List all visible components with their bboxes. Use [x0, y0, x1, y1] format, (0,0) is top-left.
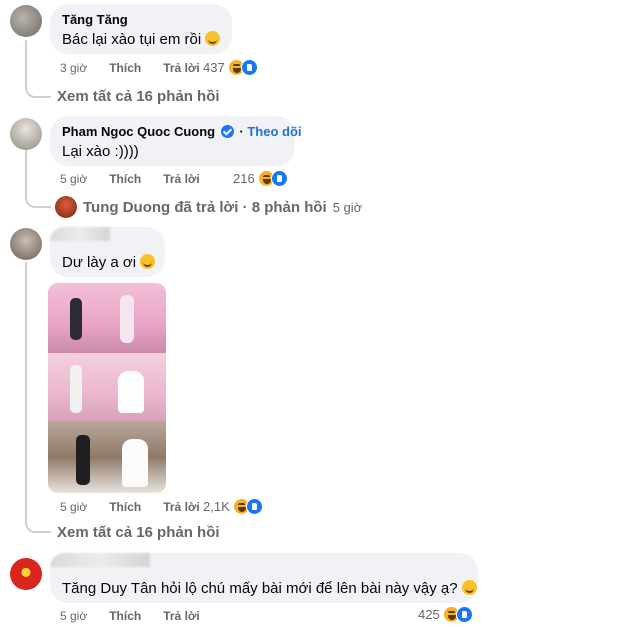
reply-button[interactable]: Trả lời [163, 500, 200, 514]
reaction-summary[interactable]: 216 [233, 170, 288, 187]
comment-bubble: Tăng Duy Tân hỏi lộ chú mấy bài mới để l… [50, 553, 478, 603]
reply-button[interactable]: Trả lời [163, 61, 200, 75]
smile-emoji-icon [205, 31, 221, 46]
photo-panel-middle [48, 353, 166, 421]
thread-line-2 [25, 150, 27, 195]
thread-line-1 [25, 40, 27, 85]
redacted-author [50, 553, 150, 567]
photo-figure [120, 295, 134, 343]
comment-actions: 3 giờ Thích Trả lời [60, 61, 200, 75]
reaction-summary[interactable]: 437 [203, 59, 258, 76]
like-button[interactable]: Thích [109, 172, 141, 186]
comment-author[interactable]: Pham Ngoc Quoc Cuong [62, 124, 215, 139]
comment-bubble: Tăng Tăng Bác lại xào tụi em rồi [50, 4, 232, 54]
photo-panel-bottom [48, 421, 166, 493]
comment-time[interactable]: 5 giờ [60, 172, 87, 186]
comment-actions: 5 giờ Thích Trả lời [60, 500, 200, 514]
comment-author[interactable]: Tăng Tăng [62, 12, 220, 28]
comment-bubble: Pham Ngoc Quoc Cuong · Theo dõi Lại xào … [50, 116, 302, 166]
avatar[interactable] [10, 228, 42, 260]
see-all-replies-link[interactable]: Xem tất cả 16 phản hồi [57, 524, 220, 541]
comment-bubble: Dư lày a ơi [50, 227, 165, 277]
comment-text-content: Tăng Duy Tân hỏi lộ chú mấy bài mới để l… [62, 580, 458, 597]
thread-elbow-1 [25, 80, 51, 98]
reaction-summary[interactable]: 425 [418, 606, 473, 623]
reply-button[interactable]: Trả lời [163, 609, 200, 623]
photo-panel-top [48, 283, 166, 353]
reaction-count: 437 [203, 60, 225, 75]
comment-text: Bác lại xào tụi em rồi [62, 30, 221, 50]
photo-figure [76, 435, 90, 485]
thread-elbow-3 [25, 515, 51, 533]
reaction-count: 2,1K [203, 499, 230, 514]
comment-author-row: Pham Ngoc Quoc Cuong · Theo dõi [62, 124, 302, 140]
comment-actions: 5 giờ Thích Trả lời [60, 172, 200, 186]
avatar[interactable] [10, 558, 42, 590]
dot-separator: · [239, 124, 244, 139]
thread-line-3 [25, 262, 27, 522]
avatar[interactable] [10, 5, 42, 37]
reaction-count: 425 [418, 607, 440, 622]
like-button[interactable]: Thích [109, 61, 141, 75]
redacted-author [50, 227, 110, 241]
comment-image[interactable] [48, 283, 166, 493]
reaction-summary[interactable]: 2,1K [203, 498, 263, 515]
reply-summary-time: 5 giờ [332, 199, 363, 215]
avatar[interactable] [10, 118, 42, 150]
like-button[interactable]: Thích [109, 609, 141, 623]
like-reaction-icon [245, 498, 263, 515]
comment-text-content: Bác lại xào tụi em rồi [62, 31, 202, 48]
comment-text: Lại xào :)))) [62, 143, 139, 160]
reply-summary[interactable]: Tung Duong đã trả lời · 8 phản hồi 5 giờ [55, 196, 362, 218]
comment-actions: 5 giờ Thích Trả lời [60, 609, 200, 623]
photo-figure [118, 371, 144, 413]
smile-emoji-icon [461, 580, 477, 595]
comment-time[interactable]: 5 giờ [60, 500, 87, 514]
reply-summary-text: Tung Duong đã trả lời · 8 phản hồi [83, 198, 327, 216]
photo-figure [70, 365, 82, 413]
follow-button[interactable]: Theo dõi [247, 124, 301, 139]
comment-time[interactable]: 3 giờ [60, 61, 87, 75]
like-reaction-icon [270, 170, 288, 187]
thread-elbow-2 [25, 190, 51, 208]
like-reaction-icon [240, 59, 258, 76]
comment-text: Tăng Duy Tân hỏi lộ chú mấy bài mới để l… [62, 579, 477, 599]
see-all-replies-link[interactable]: Xem tất cả 16 phản hồi [57, 88, 220, 105]
verified-badge-icon [220, 125, 234, 138]
photo-figure [122, 439, 148, 487]
reaction-count: 216 [233, 171, 255, 186]
like-reaction-icon [455, 606, 473, 623]
photo-figure [70, 298, 82, 340]
like-button[interactable]: Thích [109, 500, 141, 514]
comment-text: Dư lày a ơi [62, 253, 156, 273]
reply-button[interactable]: Trả lời [163, 172, 200, 186]
avatar [55, 196, 77, 218]
smile-emoji-icon [140, 254, 156, 269]
comment-time[interactable]: 5 giờ [60, 609, 87, 623]
comment-text-content: Dư lày a ơi [62, 254, 137, 271]
